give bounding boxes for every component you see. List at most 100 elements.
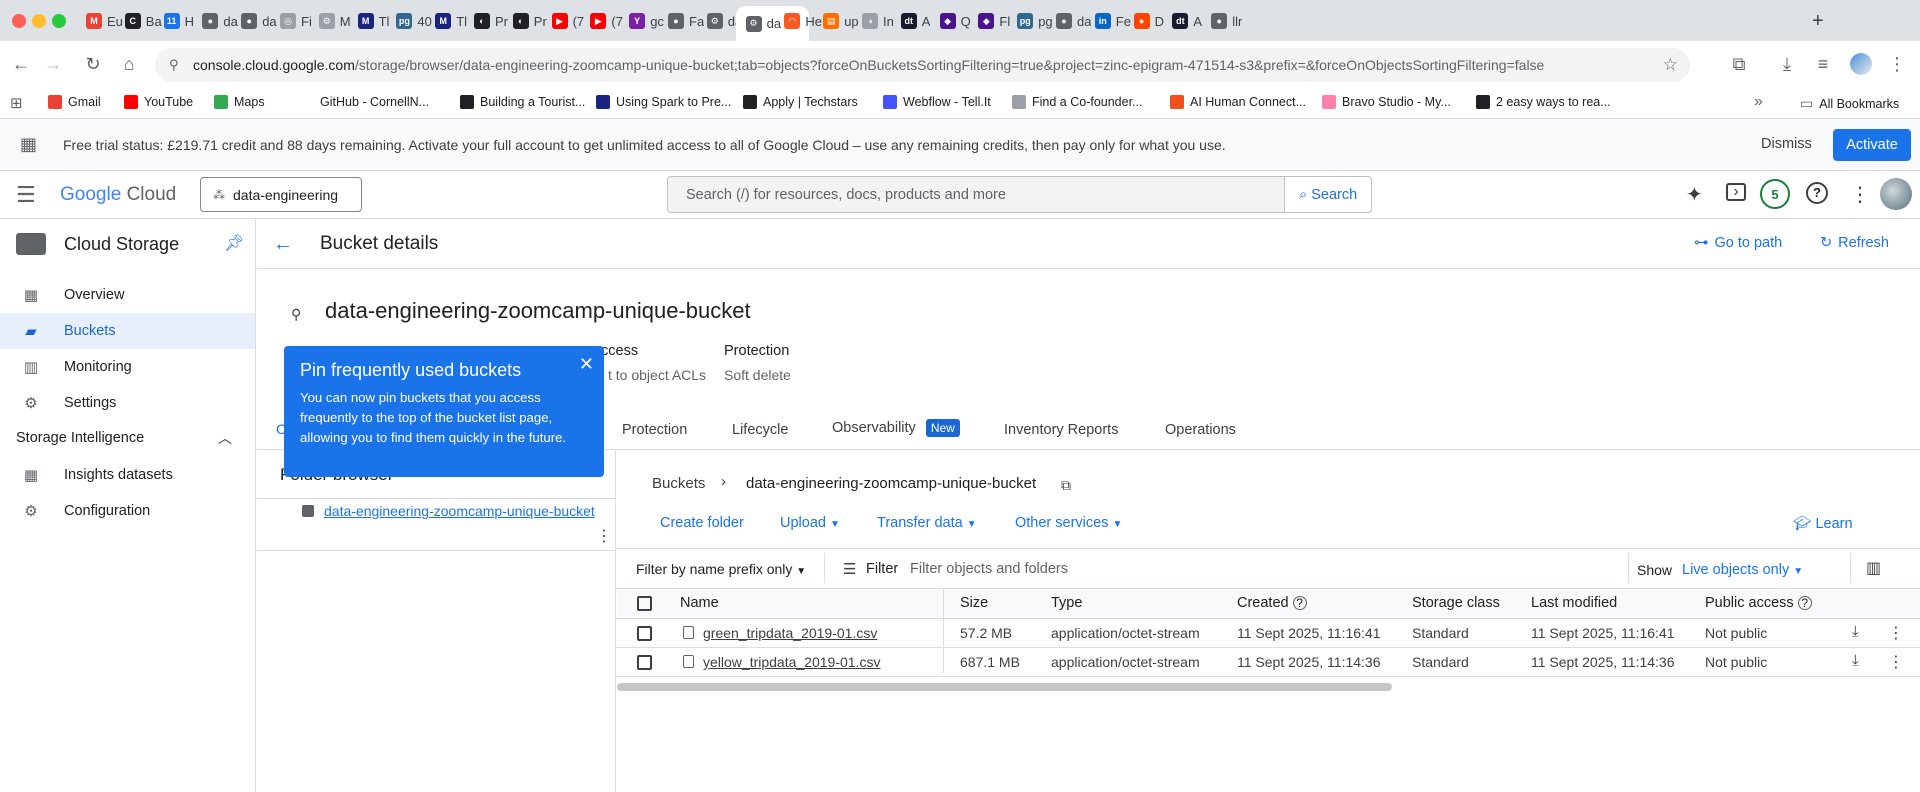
profile-avatar[interactable] [1850, 53, 1872, 75]
browser-tab[interactable]: ◐ Pr [512, 9, 547, 33]
bookmark-item[interactable]: Bravo Studio - My... [1322, 95, 1451, 109]
browser-tab[interactable]: pg pg [1017, 9, 1053, 33]
bookmark-item[interactable]: AI Human Connect... [1170, 95, 1306, 109]
browser-tab[interactable]: ● D [1133, 9, 1164, 33]
object-name-link[interactable]: green_tripdata_2019-01.csv [703, 625, 877, 641]
go-to-path-button[interactable]: ⊶ Go to path [1694, 235, 1782, 251]
window-close-icon[interactable] [12, 14, 26, 28]
bookmark-item[interactable]: GitHub - CornellN... [300, 95, 429, 109]
row-more-icon[interactable]: ⋮ [1888, 652, 1904, 672]
settings-menu-icon[interactable]: ⋮ [1850, 182, 1870, 207]
bookmark-item[interactable]: Webflow - Tell.It [883, 95, 991, 109]
browser-tab[interactable]: ◑ In [862, 9, 894, 33]
browser-tab[interactable]: ◠ He [784, 9, 822, 33]
browser-menu-icon[interactable]: ⋮ [1884, 51, 1910, 77]
copy-icon[interactable]: ⧉ [1061, 477, 1071, 494]
browser-tab[interactable]: M Tl [357, 9, 389, 33]
help-circle-icon[interactable]: ? [1797, 596, 1812, 610]
browser-tab[interactable]: ● da [241, 9, 277, 33]
search-bar[interactable]: Search (/) for resources, docs, products… [667, 176, 1372, 213]
browser-tab[interactable]: C Ba [124, 9, 162, 33]
col-type[interactable]: Type [1051, 595, 1082, 611]
account-avatar[interactable] [1880, 178, 1912, 210]
filter-mode-select[interactable]: Filter by name prefix only ▼ [636, 561, 806, 577]
search-button[interactable]: ⌕ Search [1284, 176, 1372, 213]
browser-tab[interactable]: dt A [900, 9, 930, 33]
project-selector[interactable]: ⁂ data-engineering [200, 177, 362, 212]
browser-tab[interactable]: ● da [202, 9, 238, 33]
object-name-link[interactable]: yellow_tripdata_2019-01.csv [703, 654, 880, 670]
bookmark-item[interactable]: Gmail [48, 95, 101, 109]
bookmark-item[interactable]: Building a Tourist... [460, 95, 585, 109]
sidebar-item-overview[interactable]: ▦ Overview [0, 277, 255, 313]
main-menu-icon[interactable]: ☰ [16, 182, 36, 208]
column-display-icon[interactable]: ▥ [1866, 558, 1881, 578]
tab-inventory-reports[interactable]: Inventory Reports [1004, 422, 1118, 438]
tab-observability[interactable]: Observability New [832, 419, 960, 437]
window-minimize-icon[interactable] [32, 14, 46, 28]
col-created[interactable]: Created ? [1237, 595, 1307, 611]
new-tab-button[interactable]: + [1812, 10, 1824, 33]
apps-grid-icon[interactable]: ⊞ [10, 94, 23, 112]
more-bookmarks-icon[interactable]: » [1754, 93, 1763, 111]
media-icon[interactable]: ≡ [1810, 51, 1836, 77]
site-info-icon[interactable]: ⚲ [169, 57, 179, 73]
notifications-badge[interactable]: 5 [1760, 179, 1790, 209]
tab-operations[interactable]: Operations [1165, 422, 1236, 438]
bookmark-item[interactable]: Maps [214, 95, 265, 109]
select-all-checkbox[interactable] [637, 596, 652, 611]
browser-tab[interactable]: ▤ up [823, 9, 859, 33]
chevron-up-icon[interactable]: ︿ [218, 428, 232, 448]
browser-tab[interactable]: ▶ (7 [551, 9, 584, 33]
browser-tab[interactable]: ◆ Q [939, 9, 971, 33]
browser-tab[interactable]: ⚙ M [318, 9, 351, 33]
all-bookmarks-button[interactable]: ▭ All Bookmarks [1800, 95, 1899, 112]
browser-tab[interactable]: 11 H [163, 9, 194, 33]
download-icon[interactable]: ⤓ [1774, 51, 1800, 77]
close-icon[interactable]: ✕ [579, 354, 594, 375]
create-folder-button[interactable]: Create folder [660, 515, 744, 531]
window-maximize-icon[interactable] [52, 14, 66, 28]
bookmark-item[interactable]: 2 easy ways to rea... [1476, 95, 1611, 109]
bookmark-item[interactable]: Find a Co-founder... [1012, 95, 1142, 109]
forward-icon[interactable]: → [40, 51, 66, 77]
sidebar-item-settings[interactable]: ⚙ Settings [0, 385, 255, 421]
browser-tab[interactable]: M Tl [435, 9, 467, 33]
extensions-icon[interactable]: ⧉ [1726, 51, 1752, 77]
refresh-button[interactable]: ↻ Refresh [1820, 235, 1889, 251]
bookmark-item[interactable]: Apply | Techstars [743, 95, 858, 109]
folder-more-icon[interactable]: ⋮ [596, 526, 612, 546]
breadcrumb-root[interactable]: Buckets [652, 475, 705, 492]
sidebar-item-monitoring[interactable]: ▥ Monitoring [0, 349, 255, 385]
browser-tab[interactable]: dt A [1172, 9, 1202, 33]
transfer-data-button[interactable]: Transfer data ▼ [877, 515, 977, 531]
live-objects-select[interactable]: Live objects only ▼ [1682, 562, 1803, 578]
upload-button[interactable]: Upload ▼ [780, 515, 840, 531]
google-cloud-logo[interactable]: Google Cloud [60, 184, 176, 206]
row-more-icon[interactable]: ⋮ [1888, 623, 1904, 643]
pin-bucket-icon[interactable]: ⚲ [291, 306, 301, 323]
browser-tab[interactable]: ▶ (7 [590, 9, 623, 33]
bookmark-item[interactable]: Using Spark to Pre... [596, 95, 731, 109]
learn-button[interactable]: 🎓︎ Learn [1793, 515, 1853, 532]
pin-product-icon[interactable]: 📌︎ [224, 233, 244, 253]
other-services-button[interactable]: Other services ▼ [1015, 515, 1122, 531]
gemini-icon[interactable]: ✦ [1686, 182, 1703, 207]
horizontal-scrollbar[interactable] [617, 683, 1392, 691]
row-checkbox[interactable] [637, 655, 652, 670]
cloud-shell-icon[interactable]: › [1726, 183, 1746, 201]
tab-lifecycle[interactable]: Lifecycle [732, 422, 788, 438]
activate-button[interactable]: Activate [1833, 129, 1911, 161]
browser-tab[interactable]: ◎ Fi [280, 9, 312, 33]
browser-tab[interactable]: ● Fa [668, 9, 704, 33]
filter-input[interactable]: Filter objects and folders [910, 561, 1068, 577]
dismiss-button[interactable]: Dismiss [1761, 136, 1812, 152]
col-storage-class[interactable]: Storage class [1412, 595, 1500, 611]
storage-intelligence-section[interactable]: Storage Intelligence ︿ [0, 420, 255, 456]
browser-tab[interactable]: ● da [1056, 9, 1091, 33]
download-icon[interactable]: ⤓ [1852, 652, 1859, 669]
col-name[interactable]: Name [680, 595, 719, 611]
sidebar-item-configuration[interactable]: ⚙ Configuration [0, 493, 255, 529]
back-arrow-icon[interactable]: ← [273, 233, 293, 256]
col-size[interactable]: Size [960, 595, 988, 611]
